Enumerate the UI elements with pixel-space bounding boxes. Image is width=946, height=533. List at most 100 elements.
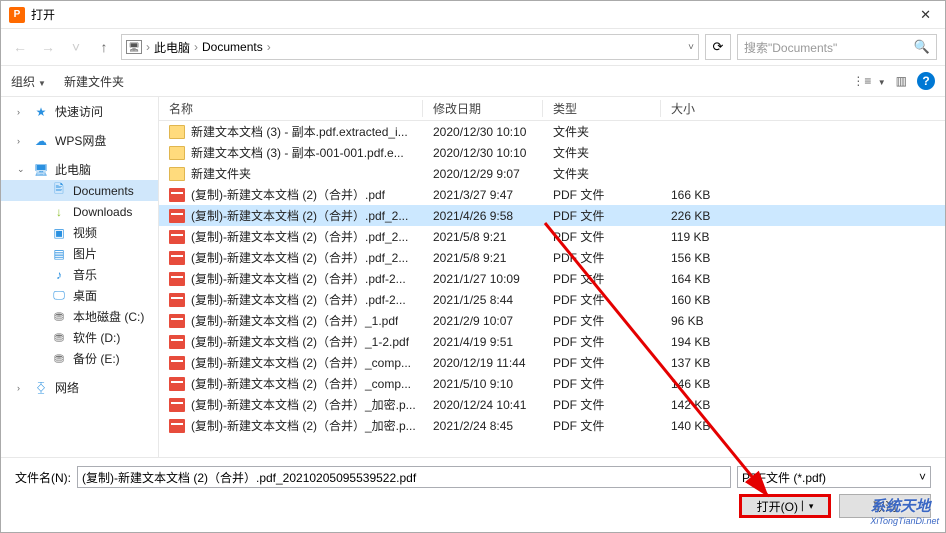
toolbar: 组织▼ 新建文件夹 ⋮≡ ▼ ▥ ?	[1, 65, 945, 97]
file-modified: 2021/1/25 8:44	[423, 293, 543, 307]
sidebar-item-label: 备份 (E:)	[73, 350, 120, 367]
file-type: PDF 文件	[543, 291, 661, 308]
refresh-button[interactable]: ⟳	[705, 34, 731, 60]
sidebar-icon: ★	[33, 105, 49, 119]
sidebar-item-label: 桌面	[73, 287, 97, 304]
file-modified: 2020/12/24 10:41	[423, 398, 543, 412]
file-type: PDF 文件	[543, 333, 661, 350]
file-row[interactable]: (复制)-新建文本文档 (2)（合并）.pdf_2...2021/4/26 9:…	[159, 205, 945, 226]
filename-label: 文件名(N):	[15, 469, 71, 486]
file-size: 119 KB	[661, 230, 751, 244]
view-mode-icon[interactable]: ⋮≡ ▼	[852, 74, 885, 88]
sidebar-item[interactable]: ▣视频	[1, 222, 158, 243]
breadcrumb-folder[interactable]: Documents	[202, 40, 263, 54]
file-modified: 2021/3/27 9:47	[423, 188, 543, 202]
sidebar-icon: ▤	[51, 247, 67, 261]
nav-up-icon[interactable]: ↑	[93, 36, 115, 58]
close-icon[interactable]: ✕	[914, 7, 937, 23]
col-size[interactable]: 大小	[661, 100, 751, 117]
file-size: 160 KB	[661, 293, 751, 307]
sidebar-item-label: 快速访问	[55, 103, 103, 120]
breadcrumb-dropdown-icon[interactable]: ˅	[688, 42, 694, 53]
pdf-icon	[169, 251, 185, 265]
file-modified: 2021/1/27 10:09	[423, 272, 543, 286]
sidebar-item[interactable]: ↓Downloads	[1, 201, 158, 222]
file-row[interactable]: (复制)-新建文本文档 (2)（合并）_comp...2020/12/19 11…	[159, 352, 945, 373]
preview-pane-icon[interactable]: ▥	[896, 74, 907, 88]
file-row[interactable]: (复制)-新建文本文档 (2)（合并）.pdf_2...2021/5/8 9:2…	[159, 226, 945, 247]
file-list-panel: 名称 修改日期 类型 大小 新建文本文档 (3) - 副本.pdf.extrac…	[159, 97, 945, 457]
col-name[interactable]: 名称	[159, 100, 423, 117]
sidebar-item[interactable]: ⛃本地磁盘 (C:)	[1, 306, 158, 327]
file-type: 文件夹	[543, 144, 661, 161]
file-row[interactable]: 新建文本文档 (3) - 副本.pdf.extracted_i...2020/1…	[159, 121, 945, 142]
col-type[interactable]: 类型	[543, 100, 661, 117]
bottom-panel: 文件名(N): PDF文件 (*.pdf) ˅ 打开(O)▏▾ 取消	[1, 458, 945, 532]
folder-icon	[169, 167, 185, 181]
new-folder-button[interactable]: 新建文件夹	[64, 73, 124, 90]
col-modified[interactable]: 修改日期	[423, 100, 543, 117]
sidebar-icon: ⛃	[51, 310, 67, 324]
sidebar-item[interactable]: ⛃ 备份 (E:)	[1, 348, 158, 369]
twisty-icon: ›	[17, 383, 27, 393]
open-button[interactable]: 打开(O)▏▾	[739, 494, 831, 518]
file-type: PDF 文件	[543, 354, 661, 371]
pdf-icon	[169, 272, 185, 286]
search-input[interactable]: 搜索"Documents" 🔍	[737, 34, 937, 60]
pdf-icon	[169, 419, 185, 433]
file-row[interactable]: (复制)-新建文本文档 (2)（合并）_1.pdf2021/2/9 10:07P…	[159, 310, 945, 331]
sidebar-item[interactable]: ⛃软件 (D:)	[1, 327, 158, 348]
file-row[interactable]: (复制)-新建文本文档 (2)（合并）.pdf_2...2021/5/8 9:2…	[159, 247, 945, 268]
sidebar-item[interactable]: ♪音乐	[1, 264, 158, 285]
file-size: 142 KB	[661, 398, 751, 412]
file-row[interactable]: 新建文本文档 (3) - 副本-001-001.pdf.e...2020/12/…	[159, 142, 945, 163]
sidebar-icon: 🖹	[51, 184, 67, 198]
file-name: (复制)-新建文本文档 (2)（合并）.pdf_2...	[191, 207, 408, 224]
sidebar-icon: ⧰	[33, 381, 49, 395]
sidebar-item[interactable]: ⌄🖥此电脑	[1, 159, 158, 180]
file-row[interactable]: 新建文件夹2020/12/29 9:07文件夹	[159, 163, 945, 184]
sidebar-item[interactable]: ›☁WPS网盘	[1, 130, 158, 151]
file-size: 164 KB	[661, 272, 751, 286]
pdf-icon	[169, 314, 185, 328]
organize-menu[interactable]: 组织▼	[11, 73, 46, 90]
pc-icon: 🖥	[126, 40, 142, 54]
sidebar-item[interactable]: ›⧰网络	[1, 377, 158, 398]
sidebar-item[interactable]: ▤图片	[1, 243, 158, 264]
file-row[interactable]: (复制)-新建文本文档 (2)（合并）_comp...2021/5/10 9:1…	[159, 373, 945, 394]
sidebar-item-label: 此电脑	[55, 161, 91, 178]
sidebar-icon: 🖥	[33, 163, 49, 177]
sidebar-item[interactable]: ›★快速访问	[1, 101, 158, 122]
nav-recent-icon[interactable]: ˅	[65, 36, 87, 58]
file-name: (复制)-新建文本文档 (2)（合并）_加密.p...	[191, 417, 416, 434]
help-icon[interactable]: ?	[917, 72, 935, 90]
file-size: 140 KB	[661, 419, 751, 433]
filename-input[interactable]	[77, 466, 731, 488]
sidebar-item-label: Downloads	[73, 205, 132, 219]
chevron-down-icon: ˅	[919, 470, 926, 484]
file-row[interactable]: (复制)-新建文本文档 (2)（合并）_1-2.pdf2021/4/19 9:5…	[159, 331, 945, 352]
breadcrumb-bar[interactable]: 🖥 › 此电脑 › Documents › ˅	[121, 34, 699, 60]
sidebar-icon: ▣	[51, 226, 67, 240]
sidebar-item[interactable]: 🖹Documents	[1, 180, 158, 201]
file-row[interactable]: (复制)-新建文本文档 (2)（合并）_加密.p...2020/12/24 10…	[159, 394, 945, 415]
file-type-select[interactable]: PDF文件 (*.pdf) ˅	[737, 466, 931, 488]
nav-forward-icon[interactable]: →	[37, 36, 59, 58]
pdf-icon	[169, 377, 185, 391]
pdf-icon	[169, 356, 185, 370]
sidebar-icon: ☁	[33, 134, 49, 148]
file-row[interactable]: (复制)-新建文本文档 (2)（合并）.pdf2021/3/27 9:47PDF…	[159, 184, 945, 205]
file-row[interactable]: (复制)-新建文本文档 (2)（合并）_加密.p...2021/2/24 8:4…	[159, 415, 945, 436]
file-rows: 新建文本文档 (3) - 副本.pdf.extracted_i... 2020/1…	[159, 121, 945, 457]
sidebar-item[interactable]: 🖵桌面	[1, 285, 158, 306]
nav-back-icon[interactable]: ←	[9, 36, 31, 58]
titlebar: P 打开 ✕	[1, 1, 945, 29]
file-row[interactable]: (复制)-新建文本文档 (2)（合并）.pdf-2...2021/1/25 8:…	[159, 289, 945, 310]
sidebar-item-label: WPS网盘	[55, 132, 106, 149]
pdf-icon	[169, 293, 185, 307]
file-modified: 2021/5/8 9:21	[423, 230, 543, 244]
file-row[interactable]: (复制)-新建文本文档 (2)（合并）.pdf-2...2021/1/27 10…	[159, 268, 945, 289]
sidebar-icon: ⛃	[51, 352, 67, 366]
file-name: 新建文本文档 (3) - 副本.pdf.extracted_i...	[191, 123, 408, 140]
breadcrumb-root[interactable]: 此电脑	[154, 39, 190, 56]
